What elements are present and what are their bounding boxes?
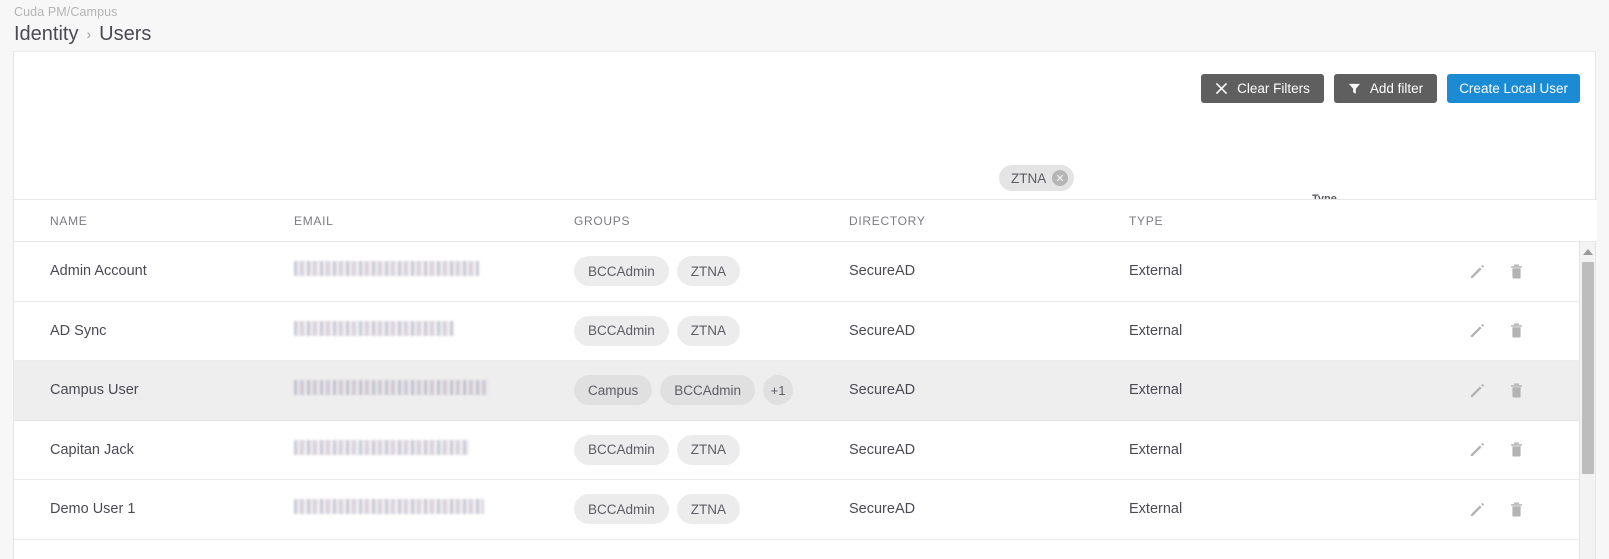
cell-directory: SecureAD bbox=[849, 322, 916, 339]
caret-up-icon[interactable] bbox=[1583, 249, 1593, 255]
pencil-icon[interactable] bbox=[1468, 440, 1487, 459]
table-row[interactable]: AD Sync BCCAdmin ZTNA SecureAD External bbox=[14, 301, 1580, 361]
group-chip[interactable]: ZTNA bbox=[676, 256, 741, 287]
cell-type: External bbox=[1129, 322, 1183, 339]
column-header-email: EMAIL bbox=[294, 213, 334, 228]
add-filter-button[interactable]: Add filter bbox=[1333, 74, 1438, 103]
add-filter-label: Add filter bbox=[1369, 81, 1424, 96]
cell-email bbox=[294, 439, 469, 455]
redacted-email bbox=[294, 380, 489, 396]
cell-groups: BCCAdmin ZTNA bbox=[574, 494, 849, 525]
pencil-icon[interactable] bbox=[1468, 262, 1487, 281]
group-chip[interactable]: ZTNA bbox=[676, 434, 741, 465]
cell-type: External bbox=[1129, 441, 1183, 458]
clear-filters-label: Clear Filters bbox=[1237, 81, 1310, 96]
cell-email bbox=[294, 320, 454, 336]
group-chip[interactable]: BCCAdmin bbox=[574, 256, 669, 287]
page-root: Cuda PM/Campus Identity › Users Clear Fi… bbox=[0, 0, 1609, 559]
cell-groups: BCCAdmin ZTNA bbox=[574, 315, 849, 346]
table-row[interactable]: Admin Account BCCAdmin ZTNA SecureAD Externa… bbox=[14, 242, 1580, 302]
cell-type: External bbox=[1129, 263, 1183, 280]
page-title: Users bbox=[99, 23, 152, 45]
trash-icon[interactable] bbox=[1507, 321, 1526, 340]
group-chip[interactable]: ZTNA bbox=[676, 494, 741, 525]
group-chip[interactable]: ZTNA bbox=[676, 315, 741, 346]
group-chip[interactable]: BCCAdmin bbox=[574, 434, 669, 465]
cell-name: Demo User 1 bbox=[50, 501, 136, 518]
scrollbar-thumb[interactable] bbox=[1582, 262, 1594, 474]
cell-directory: SecureAD bbox=[849, 263, 916, 280]
group-chip[interactable]: BCCAdmin bbox=[660, 375, 756, 406]
redacted-email bbox=[294, 261, 479, 277]
trash-icon[interactable] bbox=[1507, 440, 1526, 459]
group-chip-more[interactable]: +1 bbox=[763, 375, 794, 406]
cell-type: External bbox=[1129, 501, 1183, 518]
active-filter-chips: ZTNA bbox=[999, 165, 1075, 191]
cell-email bbox=[294, 499, 484, 515]
filter-chip-ztna[interactable]: ZTNA bbox=[999, 165, 1075, 191]
cell-name: Capitan Jack bbox=[50, 441, 134, 458]
pencil-icon[interactable] bbox=[1468, 321, 1487, 340]
cell-name: Admin Account bbox=[50, 263, 147, 280]
breadcrumb-separator-icon: › bbox=[86, 26, 92, 42]
redacted-email bbox=[294, 320, 454, 336]
column-header-name: NAME bbox=[50, 213, 88, 228]
redacted-email bbox=[294, 439, 469, 455]
clear-filters-button[interactable]: Clear Filters bbox=[1201, 74, 1324, 103]
pencil-icon[interactable] bbox=[1468, 500, 1487, 519]
cell-groups: Campus BCCAdmin +1 bbox=[574, 375, 849, 406]
group-chip[interactable]: Campus bbox=[574, 375, 653, 406]
cell-type: External bbox=[1129, 382, 1183, 399]
users-card: Clear Filters Add filter Create Local Us… bbox=[13, 51, 1597, 559]
table-body: Admin Account BCCAdmin ZTNA SecureAD Externa… bbox=[14, 242, 1580, 540]
trash-icon[interactable] bbox=[1507, 500, 1526, 519]
cell-email bbox=[294, 261, 479, 277]
table-row[interactable]: Campus User Campus BCCAdmin +1 SecureAD Exter… bbox=[14, 361, 1580, 421]
table-body-viewport: Admin Account BCCAdmin ZTNA SecureAD Externa… bbox=[14, 242, 1580, 559]
table-row[interactable]: Capitan Jack BCCAdmin ZTNA SecureAD External bbox=[14, 420, 1580, 480]
cell-directory: SecureAD bbox=[849, 382, 916, 399]
breadcrumb: Cuda PM/Campus Identity › Users bbox=[14, 4, 151, 48]
cell-name: AD Sync bbox=[50, 322, 107, 339]
cell-name: Campus User bbox=[50, 382, 139, 399]
funnel-icon bbox=[1348, 82, 1361, 95]
cell-email bbox=[294, 380, 489, 396]
toolbar: Clear Filters Add filter Create Local Us… bbox=[1201, 74, 1580, 103]
create-local-user-button[interactable]: Create Local User bbox=[1447, 74, 1580, 103]
group-chip[interactable]: BCCAdmin bbox=[574, 494, 669, 525]
circle-close-icon[interactable] bbox=[1052, 170, 1069, 186]
trash-icon[interactable] bbox=[1507, 262, 1526, 281]
column-header-type: TYPE bbox=[1129, 213, 1164, 228]
pencil-icon[interactable] bbox=[1468, 381, 1487, 400]
column-header-groups: GROUPS bbox=[574, 213, 631, 228]
close-x-icon bbox=[1215, 82, 1228, 95]
table-row[interactable]: Demo User 1 BCCAdmin ZTNA SecureAD External bbox=[14, 480, 1580, 540]
cell-directory: SecureAD bbox=[849, 441, 916, 458]
group-chip[interactable]: BCCAdmin bbox=[574, 315, 669, 346]
cell-groups: BCCAdmin ZTNA bbox=[574, 434, 849, 465]
filter-chip-label: ZTNA bbox=[1011, 170, 1047, 186]
cell-groups: BCCAdmin ZTNA bbox=[574, 256, 849, 287]
users-table: NAME EMAIL GROUPS DIRECTORY TYPE bbox=[14, 199, 1597, 242]
trash-icon[interactable] bbox=[1507, 381, 1526, 400]
breadcrumb-section[interactable]: Identity bbox=[14, 21, 78, 47]
redacted-email bbox=[294, 499, 484, 515]
table-scrollbar[interactable] bbox=[1579, 242, 1595, 559]
cell-directory: SecureAD bbox=[849, 501, 916, 518]
column-header-directory: DIRECTORY bbox=[849, 213, 926, 228]
breadcrumb-account: Cuda PM/Campus bbox=[14, 5, 118, 19]
table-header-row: NAME EMAIL GROUPS DIRECTORY TYPE bbox=[14, 199, 1597, 242]
